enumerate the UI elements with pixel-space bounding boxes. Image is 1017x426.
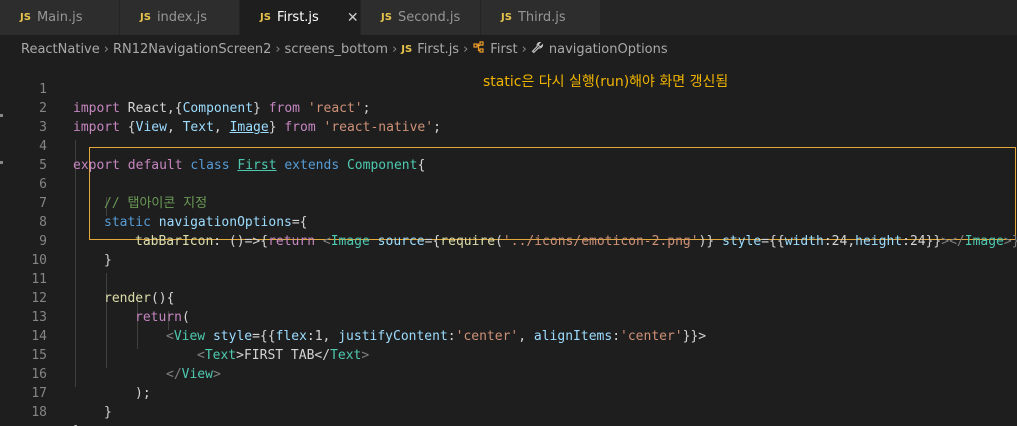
code-line[interactable]: 2 import {View, Text, Image} from 'react…: [0, 80, 1017, 135]
breadcrumb-item[interactable]: First.js: [417, 42, 459, 57]
tab-label: Main.js: [36, 10, 83, 25]
code-line[interactable]: 7 static navigationOptions={: [0, 175, 1017, 230]
tab-third-js[interactable]: JS Third.js: [481, 0, 601, 35]
code-line[interactable]: 4 export default class First extends Com…: [0, 118, 1017, 173]
code-line[interactable]: 14 <Text>FIRST TAB</Text>: [0, 308, 1017, 363]
breadcrumb-item[interactable]: RN12NavigationScreen2: [113, 42, 271, 57]
code-line[interactable]: 17 }: [0, 365, 1017, 420]
code-editor[interactable]: static은 다시 실행(run)해야 화면 갱신됨 1 import Rea…: [0, 61, 1017, 426]
js-file-icon: JS: [501, 12, 512, 23]
breadcrumb-item[interactable]: screens_bottom: [285, 42, 389, 57]
code-line[interactable]: 9 }: [0, 213, 1017, 268]
code-line[interactable]: 16 );: [0, 346, 1017, 401]
js-file-icon: JS: [140, 12, 151, 23]
code-line[interactable]: 11 render(){: [0, 251, 1017, 306]
editor-tab-bar: JS Main.js JS index.js JS First.js ✕ JS …: [0, 0, 1017, 35]
code-line[interactable]: 13 <View style={{flex:1, justifyContent:…: [0, 289, 1017, 344]
tab-label: Second.js: [397, 10, 461, 25]
class-symbol-icon: [472, 41, 485, 57]
chevron-right-icon: ›: [463, 41, 469, 57]
tab-index-js[interactable]: JS index.js: [120, 0, 240, 35]
js-file-icon: JS: [20, 12, 31, 23]
chevron-right-icon: ›: [103, 41, 109, 57]
js-file-icon: JS: [401, 43, 413, 55]
code-line[interactable]: 10: [0, 232, 1017, 268]
chevron-right-icon: ›: [275, 41, 281, 57]
code-text: }: [104, 405, 112, 420]
tab-label: Third.js: [517, 10, 566, 25]
tab-second-js[interactable]: JS Second.js: [361, 0, 481, 35]
tab-label: First.js: [276, 10, 319, 25]
close-icon[interactable]: ✕: [347, 10, 359, 26]
code-line[interactable]: 3: [0, 99, 1017, 135]
code-line[interactable]: 8 tabBarIcon: ()=>{return <Image source=…: [0, 194, 1017, 249]
chevron-right-icon: ›: [521, 41, 527, 57]
line-number: 18: [31, 405, 47, 420]
tab-label: index.js: [156, 10, 208, 25]
code-line[interactable]: 18 }: [0, 384, 1017, 426]
code-line[interactable]: 6 // 탭아이콘 지정: [0, 156, 1017, 211]
breadcrumb: ReactNative › RN12NavigationScreen2 › sc…: [0, 35, 1017, 63]
breadcrumb-item[interactable]: ReactNative: [21, 42, 100, 57]
tab-first-js[interactable]: JS First.js ✕: [240, 0, 361, 35]
breadcrumb-item[interactable]: navigationOptions: [549, 42, 668, 57]
breadcrumb-item[interactable]: First: [490, 42, 517, 57]
wrench-icon: [531, 41, 544, 58]
code-line[interactable]: 1 import React,{Component} from 'react';: [0, 61, 1017, 116]
tab-main-js[interactable]: JS Main.js: [0, 0, 120, 35]
js-file-icon: JS: [260, 12, 271, 23]
chevron-right-icon: ›: [392, 41, 398, 57]
code-line[interactable]: 15 </View>: [0, 327, 1017, 382]
js-file-icon: JS: [381, 12, 392, 23]
code-line[interactable]: 5: [0, 137, 1017, 173]
code-text: }: [73, 422, 81, 426]
code-line[interactable]: 12 return(: [0, 270, 1017, 325]
